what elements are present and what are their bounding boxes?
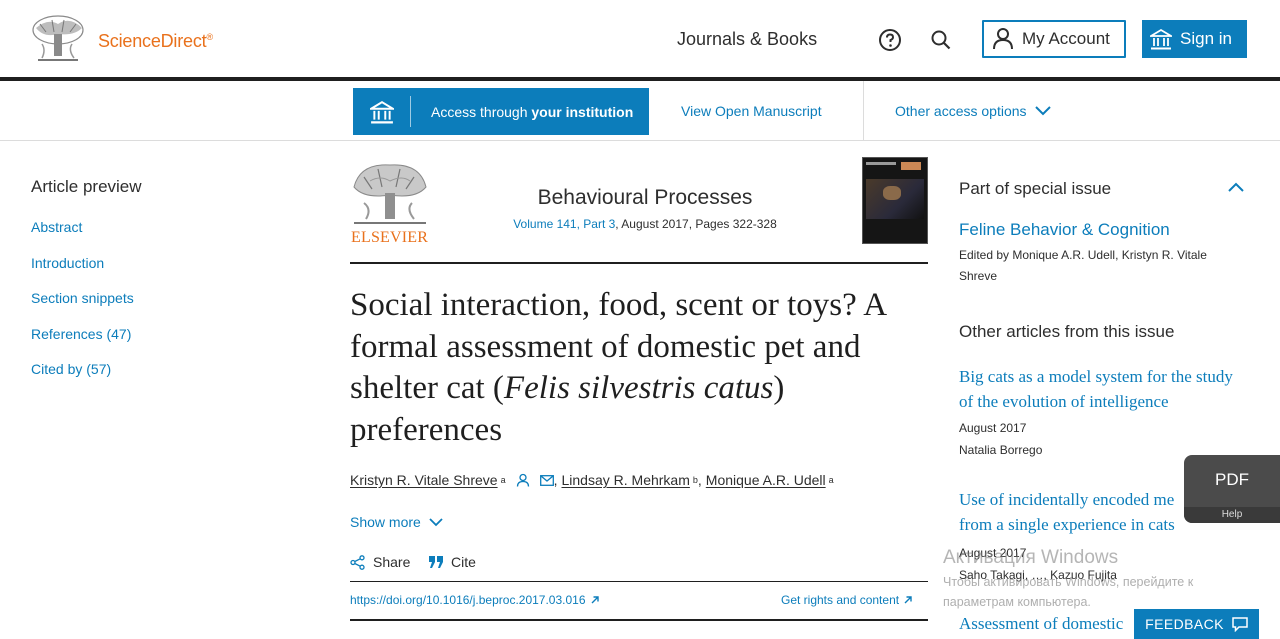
quote-icon: [429, 556, 443, 568]
chevron-down-icon: [429, 517, 443, 526]
feedback-label: FEEDBACK: [1145, 616, 1224, 632]
cite-button[interactable]: Cite: [429, 554, 476, 570]
access-divider: [863, 81, 864, 141]
related-article-title[interactable]: Use of incidentally encoded me from a si…: [959, 487, 1189, 537]
nav-journals-books[interactable]: Journals & Books: [677, 29, 817, 50]
doi-link[interactable]: https://doi.org/10.1016/j.beproc.2017.03…: [350, 593, 600, 607]
person-icon[interactable]: [516, 473, 530, 487]
article-divider-mid: [350, 581, 928, 582]
pdf-help-label[interactable]: Help: [1184, 507, 1280, 523]
feedback-button[interactable]: FEEDBACK: [1134, 609, 1259, 639]
other-access-options-button[interactable]: Other access options: [895, 103, 1051, 119]
external-link-icon: [591, 596, 599, 604]
related-article-author: Natalia Borrego: [959, 443, 1043, 457]
chevron-up-icon[interactable]: [1226, 179, 1246, 195]
pdf-label: PDF: [1215, 470, 1249, 489]
article-outline: Abstract Introduction Section snippets R…: [31, 219, 134, 397]
institution-icon: [353, 96, 411, 127]
elsevier-wordmark: ELSEVIER: [351, 229, 429, 246]
access-bar: Access through your institution View Ope…: [0, 81, 1280, 141]
help-icon[interactable]: [878, 28, 902, 52]
view-open-manuscript-link[interactable]: View Open Manuscript: [681, 103, 822, 119]
speech-bubble-icon: [1232, 616, 1248, 632]
elsevier-tree-icon[interactable]: [30, 14, 86, 64]
sidebar-item-cited-by[interactable]: Cited by (57): [31, 361, 134, 397]
my-account-label: My Account: [1022, 29, 1110, 48]
sidebar-item-introduction[interactable]: Introduction: [31, 255, 134, 291]
volume-link[interactable]: Volume 141, Part 3: [513, 217, 615, 231]
sidebar-item-section-snippets[interactable]: Section snippets: [31, 290, 134, 326]
show-more-label: Show more: [350, 514, 421, 530]
special-issue-heading: Part of special issue: [959, 179, 1112, 198]
related-article-title[interactable]: Assessment of domestic: [959, 611, 1134, 636]
elsevier-logo-icon[interactable]: [350, 157, 430, 227]
show-more-button[interactable]: Show more: [350, 514, 443, 530]
chevron-down-icon: [1034, 106, 1051, 116]
my-account-button[interactable]: My Account: [982, 20, 1126, 58]
journal-cover-image[interactable]: [862, 157, 928, 244]
search-icon[interactable]: [929, 28, 953, 52]
journal-title[interactable]: Behavioural Processes: [480, 186, 810, 210]
author-link[interactable]: Lindsay R. Mehrkam: [562, 472, 690, 488]
sidebar-item-abstract[interactable]: Abstract: [31, 219, 134, 255]
sidebar-item-references[interactable]: References (47): [31, 326, 134, 362]
sign-in-button[interactable]: Sign in: [1142, 20, 1247, 58]
top-header: ScienceDirect® Journals & Books My Accou…: [0, 0, 1280, 78]
institution-icon: [1150, 28, 1172, 50]
article-title: Social interaction, food, scent or toys?…: [350, 287, 886, 448]
related-article-title[interactable]: Big cats as a model system for the study…: [959, 364, 1239, 414]
user-icon: [993, 28, 1013, 50]
article-divider-top: [350, 262, 928, 264]
other-access-label: Other access options: [895, 103, 1027, 119]
share-button[interactable]: Share: [350, 554, 410, 570]
share-icon: [350, 554, 365, 570]
special-issue-editors: Edited by Monique A.R. Udell, Kristyn R.…: [959, 248, 1207, 283]
sign-in-label: Sign in: [1180, 29, 1232, 48]
access-institution-label: Access through your institution: [431, 103, 634, 120]
special-issue-link[interactable]: Feline Behavior & Cognition: [959, 220, 1170, 240]
external-link-icon: [904, 596, 912, 604]
article-preview-title: Article preview: [31, 177, 142, 196]
pdf-download-widget[interactable]: PDF Help: [1184, 455, 1280, 523]
rights-content-link[interactable]: Get rights and content: [781, 593, 913, 607]
other-articles-heading: Other articles from this issue: [959, 322, 1175, 341]
share-label: Share: [373, 554, 411, 570]
brand-name[interactable]: ScienceDirect®: [98, 31, 213, 52]
email-icon[interactable]: [539, 474, 554, 486]
windows-activation-title: Активация Windows: [943, 547, 1119, 568]
author-list: Kristyn R. Vitale Shreve a , Lindsay R. M…: [350, 472, 834, 488]
related-article-date: August 2017: [959, 421, 1027, 435]
journal-volume-info: Volume 141, Part 3, August 2017, Pages 3…: [513, 217, 777, 231]
cite-label: Cite: [451, 554, 476, 570]
article-divider-bottom: [350, 619, 928, 621]
author-link[interactable]: Kristyn R. Vitale Shreve: [350, 472, 498, 488]
windows-activation-subtitle: Чтобы активировать Windows, перейдите к …: [943, 575, 1194, 609]
author-link[interactable]: Monique A.R. Udell: [706, 472, 826, 488]
access-institution-button[interactable]: Access through your institution: [353, 88, 649, 135]
